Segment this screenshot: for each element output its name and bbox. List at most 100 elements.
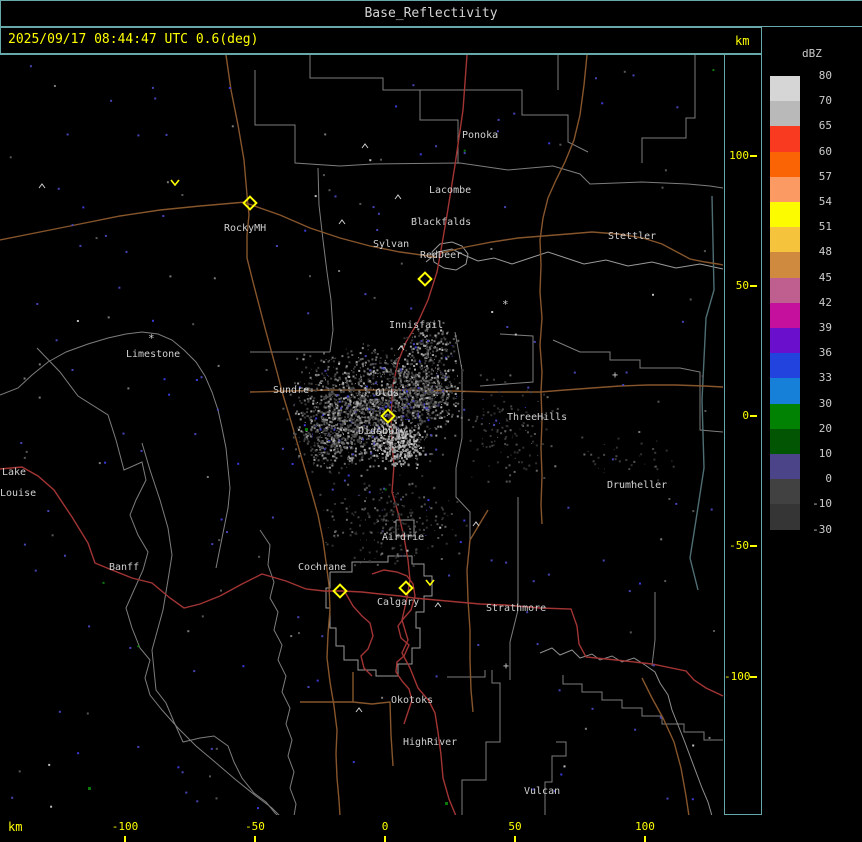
radar-echo-pixel <box>514 333 517 336</box>
radar-echo-pixel <box>309 376 312 379</box>
radar-echo-pixel <box>339 420 341 422</box>
radar-echo-pixel <box>444 402 447 405</box>
radar-echo-pixel <box>366 387 368 389</box>
radar-echo-pixel <box>494 440 496 442</box>
radar-echo-pixel <box>462 399 464 400</box>
radar-echo-pixel <box>377 458 379 459</box>
radar-echo-pixel <box>380 417 382 419</box>
colorbar-swatch <box>770 454 800 480</box>
radar-echo-pixel <box>350 442 352 444</box>
radar-echo-pixel <box>226 531 228 534</box>
radar-echo-pixel <box>414 457 416 459</box>
radar-map-canvas[interactable]: * * + + + Ponoka Lacombe Blackfalds Sylvan RedDee… <box>0 55 724 815</box>
radar-echo-pixel <box>402 555 404 557</box>
radar-echo-pixel <box>330 358 332 360</box>
radar-echo-pixel <box>318 424 321 427</box>
radar-echo-pixel <box>419 447 420 449</box>
radar-echo-pixel <box>360 445 363 448</box>
radar-echo-pixel <box>326 438 329 440</box>
radar-echo-pixel <box>401 403 404 405</box>
radar-echo-pixel <box>425 519 428 522</box>
radar-echo-pixel <box>319 381 322 384</box>
radar-echo-pixel <box>435 427 438 430</box>
radar-echo-pixel <box>333 518 335 521</box>
radar-echo-pixel <box>327 444 329 446</box>
radar-echo-pixel <box>414 403 415 405</box>
radar-echo-pixel <box>505 466 508 469</box>
radar-echo-pixel <box>292 436 295 439</box>
radar-echo-pixel <box>321 635 324 638</box>
radar-echo-pixel <box>373 454 376 457</box>
radar-echo-pixel <box>483 429 486 432</box>
radar-echo-pixel <box>301 414 304 417</box>
radar-echo-pixel <box>347 442 350 445</box>
radar-echo-pixel <box>408 352 411 355</box>
radar-echo-pixel <box>349 418 352 421</box>
radar-echo-pixel <box>394 464 397 467</box>
radar-echo-pixel <box>332 455 334 458</box>
radar-echo-pixel <box>454 534 457 537</box>
radar-echo-pixel <box>463 149 466 152</box>
radar-echo-pixel <box>436 368 439 371</box>
radar-echo-pixel <box>665 449 668 452</box>
radar-echo-pixel <box>412 84 415 87</box>
colorbar-swatch <box>770 202 800 228</box>
radar-echo-pixel <box>421 338 424 341</box>
radar-echo-pixel <box>216 408 219 411</box>
bottom-axis-tick <box>644 836 646 842</box>
radar-echo-pixel <box>409 363 412 366</box>
radar-echo-pixel <box>328 426 330 429</box>
radar-echo-pixel <box>416 404 419 407</box>
radar-echo-pixel <box>388 384 390 386</box>
radar-echo-pixel <box>430 524 432 526</box>
radar-echo-pixel <box>390 378 392 380</box>
radar-echo-pixel <box>412 444 415 447</box>
radar-echo-pixel <box>354 532 357 535</box>
radar-echo-pixel <box>347 429 350 432</box>
radar-echo-pixel <box>353 419 355 420</box>
radar-echo-pixel <box>348 437 350 438</box>
radar-echo-pixel <box>405 376 408 379</box>
radar-echo-pixel <box>661 186 664 189</box>
radar-echo-pixel <box>379 362 381 364</box>
radar-echo-pixel <box>345 507 348 510</box>
radar-echo-pixel <box>346 405 349 408</box>
radar-echo-pixel <box>454 393 457 395</box>
radar-echo-pixel <box>398 525 400 527</box>
radar-echo-pixel <box>342 372 345 375</box>
radar-echo-pixel <box>442 390 445 393</box>
radar-echo-pixel <box>322 385 324 388</box>
radar-echo-pixel <box>441 453 444 456</box>
radar-echo-pixel <box>374 382 377 385</box>
radar-echo-pixel <box>313 419 316 422</box>
radar-echo-pixel <box>509 374 512 377</box>
radar-echo-pixel <box>465 524 468 527</box>
radar-echo-pixel <box>351 382 354 385</box>
radar-echo-pixel <box>380 158 382 161</box>
radar-echo-pixel <box>334 195 337 198</box>
radar-echo-pixel <box>368 373 371 376</box>
radar-echo-pixel <box>445 542 448 545</box>
radar-echo-pixel <box>510 454 512 456</box>
radar-echo-pixel <box>346 420 348 423</box>
radar-echo-pixel <box>323 462 325 464</box>
radar-echo-pixel <box>137 745 140 748</box>
radar-echo-pixel <box>410 514 413 517</box>
radar-echo-pixel <box>342 381 344 382</box>
plus-symbol: + <box>355 399 361 410</box>
radar-echo-pixel <box>346 381 347 383</box>
radar-echo-pixel <box>137 645 140 648</box>
radar-echo-pixel <box>359 385 361 387</box>
radar-echo-pixel <box>314 406 316 408</box>
radar-echo-pixel <box>406 418 408 420</box>
colorbar-swatch <box>770 252 800 278</box>
radar-echo-pixel <box>406 394 408 396</box>
radar-echo-pixel <box>23 543 26 546</box>
radar-echo-pixel <box>324 369 327 372</box>
radar-echo-pixel <box>488 465 490 467</box>
radar-echo-pixel <box>372 411 374 413</box>
radar-echo-pixel <box>335 379 336 381</box>
radar-echo-pixel <box>703 250 706 253</box>
radar-echo-pixel <box>341 438 344 440</box>
radar-echo-pixel <box>380 546 382 548</box>
